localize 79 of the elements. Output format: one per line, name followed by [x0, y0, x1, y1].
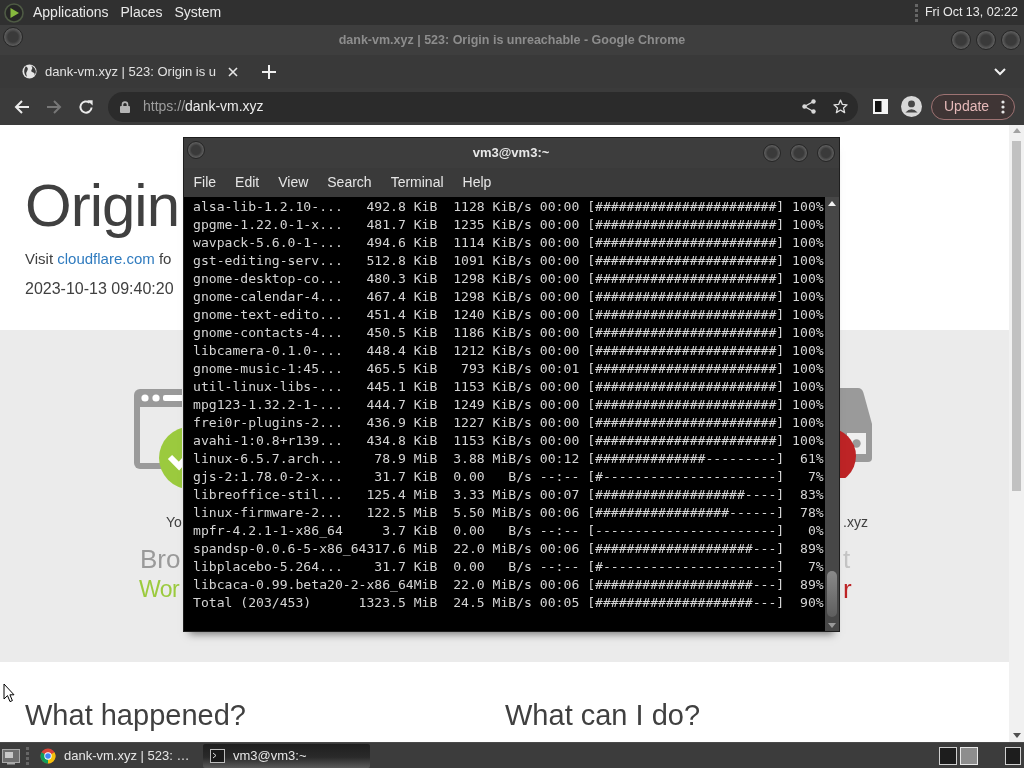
status-text: r	[843, 574, 852, 604]
scrollbar-thumb[interactable]	[1012, 141, 1021, 491]
scrollbar[interactable]	[1009, 125, 1024, 742]
handle-icon	[26, 746, 29, 765]
status-label: Yo	[166, 513, 182, 532]
reload-icon[interactable]	[78, 98, 94, 115]
browser-logo-icon	[40, 747, 56, 764]
workspace-button[interactable]	[939, 746, 957, 765]
update-button[interactable]: Update	[931, 93, 1015, 120]
terminal-line: mpg123-1.32.2-1-... 444.7 KiB 1249 KiB/s 00:00 [#######################] 100%	[193, 396, 824, 414]
menu-item[interactable]: View	[268, 172, 318, 193]
close-icon[interactable]	[228, 66, 238, 77]
section-heading: What can I do?	[505, 698, 701, 732]
terminal-line: wavpack-5.6.0-1-... 494.6 KiB 1114 KiB/s 00:00 [#######################] 100%	[193, 234, 824, 252]
more-icon[interactable]	[1001, 99, 1005, 114]
terminal-line: spandsp-0.0.6-5-x86_64317.6 MiB 22.0 MiB/s 00:06 [####################---] 89%	[193, 540, 824, 558]
terminal-line: libcaca-0.99.beta20-2-x86_64MiB 22.0 MiB/s 00:06 [####################---] 89%	[193, 576, 824, 594]
terminal-line: linux-6.5.7.arch... 78.9 MiB 3.88 MiB/s 00:12 [##############---------] 61%	[193, 450, 824, 468]
terminal-line: gjs-2:1.78.0-2-x... 31.7 KiB 0.00 B/s --:-- [#----------------------] 7%	[193, 468, 824, 486]
side-panel-icon[interactable]	[873, 99, 888, 114]
terminal-line: gnome-calendar-4... 467.4 KiB 1298 KiB/s 00:00 [#######################] 100%	[193, 288, 824, 306]
terminal-line: linux-firmware-2... 122.5 MiB 5.50 MiB/s 00:06 [#################------] 78%	[193, 504, 824, 522]
window-title: vm3@vm3:~	[472, 144, 550, 163]
share-icon[interactable]	[802, 99, 816, 114]
scroll-down-icon[interactable]	[828, 623, 836, 628]
terminal-line: gnome-music-1:45... 465.5 KiB 793 KiB/s 00:01 [#######################] 100%	[193, 360, 824, 378]
terminal-line: gnome-desktop-co... 480.3 KiB 1298 KiB/s 00:00 [#######################] 100%	[193, 270, 824, 288]
section-heading: What happened?	[25, 698, 246, 732]
terminal-line: libreoffice-stil... 125.4 MiB 3.33 MiB/s 00:07 [###################----] 83%	[193, 486, 824, 504]
visit-text: Visit cloudflare.com fo	[25, 249, 172, 269]
cloudflare-link[interactable]: cloudflare.com	[57, 250, 155, 267]
lock-icon	[120, 100, 130, 113]
address-field[interactable]: https://dank-vm.xyz	[108, 91, 858, 122]
show-desktop-icon[interactable]	[2, 746, 20, 765]
menu-item[interactable]: Search	[317, 172, 382, 193]
terminal-line: Total (203/453) 1323.5 MiB 24.5 MiB/s 00:05 [####################---] 90%	[193, 594, 824, 612]
terminal-line: libcamera-0.1.0-... 448.4 KiB 1212 KiB/s 00:00 [#######################] 100%	[193, 342, 824, 360]
terminal-icon	[210, 748, 225, 763]
plus-icon[interactable]	[262, 64, 276, 79]
terminal-line: gpgme-1.22.0-1-x... 481.7 KiB 1235 KiB/s 00:00 [#######################] 100%	[193, 216, 824, 234]
terminal-line: gst-editing-serv... 512.8 KiB 1091 KiB/s 00:00 [#######################] 100%	[193, 252, 824, 270]
chevron-down-icon[interactable]	[994, 67, 1006, 76]
taskbar-button[interactable]: vm3@vm3:~	[203, 743, 370, 768]
terminal-line: gnome-text-edito... 451.4 KiB 1240 KiB/s 00:00 [#######################] 100%	[193, 306, 824, 324]
timestamp-text: 2023-10-13 09:40:20	[25, 279, 174, 299]
square-outline-icon[interactable]	[1005, 746, 1021, 765]
terminal-line: alsa-lib-1.2.10-... 492.8 KiB 1128 KiB/s 00:00 [#######################] 100%	[193, 198, 824, 216]
menu-item[interactable]: Help	[453, 172, 501, 193]
status-label: .xyz	[843, 513, 868, 532]
workspace-button[interactable]	[960, 746, 978, 765]
panel-menu[interactable]: System	[168, 0, 228, 25]
globe-icon	[22, 64, 37, 79]
taskbar-button[interactable]: dank-vm.xyz | 523: …	[33, 743, 197, 768]
star-icon[interactable]	[833, 99, 848, 114]
terminal-line: frei0r-plugins-2... 436.9 KiB 1227 KiB/s 00:00 [#######################] 100%	[193, 414, 824, 432]
menu-item[interactable]: Edit	[225, 172, 269, 193]
handle-icon	[914, 3, 918, 22]
back-arrow-icon[interactable]	[14, 98, 30, 115]
terminal-line: gnome-contacts-4... 450.5 KiB 1186 KiB/s 00:00 [#######################] 100%	[193, 324, 824, 342]
scrollbar-thumb[interactable]	[827, 571, 837, 617]
panel-menu[interactable]: Applications	[27, 0, 115, 25]
play-circle-icon[interactable]	[4, 2, 24, 23]
terminal-line: util-linux-libs-... 445.1 KiB 1153 KiB/s 00:00 [#######################] 100%	[193, 378, 824, 396]
mouse-pointer-icon	[3, 683, 15, 703]
window-title: dank-vm.xyz | 523: Origin is unreachable - Google Chrome	[338, 31, 686, 49]
avatar-icon[interactable]	[901, 96, 922, 117]
status-text: Wor	[139, 575, 180, 604]
terminal-line: libplacebo-5.264... 31.7 KiB 0.00 B/s --:-- [#----------------------] 7%	[193, 558, 824, 576]
menu-item[interactable]: Terminal	[381, 172, 454, 193]
scroll-up-icon[interactable]	[828, 201, 836, 206]
scrollbar[interactable]	[825, 197, 839, 631]
status-title: Bro	[140, 544, 181, 574]
clock-text[interactable]: Fri Oct 13, 02:22	[924, 3, 1018, 22]
panel-menu[interactable]: Places	[114, 0, 169, 25]
scroll-down-icon[interactable]	[1012, 733, 1021, 738]
page-heading: Origin	[25, 176, 180, 236]
menu-item[interactable]: File	[184, 172, 226, 193]
terminal-line: avahi-1:0.8+r139... 434.8 KiB 1153 KiB/s 00:00 [#######################] 100%	[193, 432, 824, 450]
terminal-line: mpfr-4.2.1-1-x86_64 3.7 KiB 0.00 B/s --:-- [-----------------------] 0%	[193, 522, 824, 540]
